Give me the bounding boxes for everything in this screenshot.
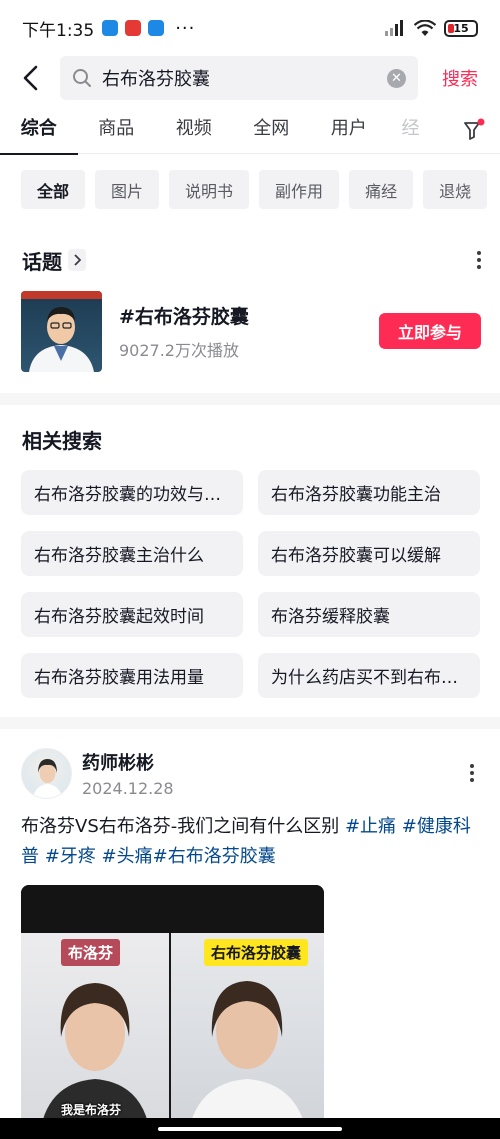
- hashtag[interactable]: #止痛: [345, 816, 396, 837]
- related-searches-heading: 相关搜索: [22, 429, 102, 453]
- tab-users[interactable]: 用户: [310, 108, 388, 154]
- video-label-right: 右布洛芬胶囊: [204, 939, 309, 966]
- wifi-icon: [414, 19, 436, 36]
- result-tabs: 综合 商品 视频 全网 用户 经: [0, 108, 500, 155]
- chip-fever[interactable]: 退烧: [423, 170, 488, 209]
- topic-header: 话题: [22, 243, 482, 277]
- doctor-image: [21, 290, 102, 372]
- battery-level: 15: [453, 21, 469, 35]
- hashtag[interactable]: #牙疼: [39, 846, 96, 867]
- chevron-right-icon[interactable]: [68, 249, 86, 271]
- chip-all[interactable]: 全部: [21, 170, 86, 209]
- back-button[interactable]: [0, 56, 60, 100]
- video-caption: 我是布洛芬: [61, 1103, 122, 1117]
- related-search-label: 右布洛芬胶囊功能主治: [271, 485, 441, 505]
- chip-side-effects[interactable]: 副作用: [259, 170, 340, 209]
- topic-thumbnail: [21, 290, 102, 372]
- video-label-left: 布洛芬: [61, 939, 121, 966]
- post-author: 药师彬彬 2024.12.28: [21, 746, 481, 800]
- more-notifications-icon: ···: [175, 17, 196, 39]
- join-topic-button[interactable]: 立即参与: [379, 313, 481, 349]
- more-icon[interactable]: [476, 251, 482, 269]
- clear-icon[interactable]: ✕: [387, 68, 406, 88]
- section-divider: [0, 717, 500, 729]
- tab-experience[interactable]: 经: [396, 108, 426, 154]
- home-indicator[interactable]: [0, 1118, 500, 1139]
- related-searches-grid: 右布洛芬胶囊的功效与作用 右布洛芬胶囊功能主治 右布洛芬胶囊主治什么 右布洛芬胶…: [21, 470, 480, 698]
- related-search-item[interactable]: 右布洛芬胶囊功能主治: [258, 470, 480, 515]
- author-name[interactable]: 药师彬彬: [82, 749, 174, 775]
- hashtag[interactable]: #头痛: [96, 846, 153, 867]
- battery-icon: 15: [444, 19, 478, 37]
- search-bar: 右布洛芬胶囊 ✕ 搜索: [0, 56, 500, 100]
- back-arrow-icon: [23, 65, 38, 91]
- related-search-label: 右布洛芬胶囊主治什么: [34, 546, 204, 566]
- post-date: 2024.12.28: [82, 778, 174, 798]
- post-text: 布洛芬VS右布洛芬-我们之间有什么区别: [21, 816, 345, 837]
- related-search-item[interactable]: 右布洛芬胶囊的功效与作用: [21, 470, 243, 515]
- chip-instructions[interactable]: 说明书: [169, 170, 250, 209]
- tab-products[interactable]: 商品: [78, 108, 156, 154]
- app-notification-icon: [102, 20, 119, 36]
- signal-icon: [385, 20, 403, 36]
- search-icon: [73, 69, 91, 87]
- filter-icon[interactable]: [462, 118, 486, 142]
- related-search-label: 为什么药店买不到右布洛芬: [271, 668, 467, 688]
- related-search-item[interactable]: 右布洛芬胶囊起效时间: [21, 592, 243, 637]
- tab-comprehensive[interactable]: 综合: [0, 108, 78, 155]
- app-notification-icon: [125, 20, 142, 36]
- related-search-item[interactable]: 右布洛芬胶囊可以缓解: [258, 531, 480, 576]
- related-search-label: 右布洛芬胶囊用法用量: [34, 668, 204, 688]
- filter-chips: 全部 图片 说明书 副作用 痛经 退烧: [0, 170, 500, 210]
- post-description[interactable]: 布洛芬VS右布洛芬-我们之间有什么区别 #止痛 #健康科普 #牙疼 #头痛#右布…: [21, 812, 481, 872]
- upload-notification-icon: [148, 20, 165, 36]
- search-query: 右布洛芬胶囊: [102, 69, 210, 90]
- search-input[interactable]: 右布洛芬胶囊 ✕: [60, 56, 418, 100]
- topic-play-count: 9027.2万次播放: [119, 340, 239, 360]
- status-time: 下午1:35: [22, 20, 95, 41]
- related-search-label: 右布洛芬胶囊起效时间: [34, 607, 204, 627]
- tab-web[interactable]: 全网: [233, 108, 311, 154]
- hashtag[interactable]: #右布洛芬胶囊: [153, 846, 276, 867]
- topic-title: #右布洛芬胶囊: [119, 305, 249, 328]
- section-divider: [0, 393, 500, 405]
- related-search-label: 右布洛芬胶囊的功效与作用: [34, 485, 230, 505]
- tab-videos[interactable]: 视频: [155, 108, 233, 154]
- related-search-item[interactable]: 右布洛芬胶囊主治什么: [21, 531, 243, 576]
- related-search-item[interactable]: 布洛芬缓释胶囊: [258, 592, 480, 637]
- related-search-label: 布洛芬缓释胶囊: [271, 607, 390, 627]
- avatar[interactable]: [21, 747, 72, 799]
- related-search-item[interactable]: 为什么药店买不到右布洛芬: [258, 653, 480, 698]
- more-icon[interactable]: [469, 764, 475, 782]
- status-bar: 下午1:35 ··· 15: [0, 0, 500, 56]
- chip-images[interactable]: 图片: [95, 170, 160, 209]
- video-thumbnail[interactable]: 布洛芬 右布洛芬胶囊 我是布洛芬: [21, 885, 324, 1139]
- topic-card[interactable]: #右布洛芬胶囊 9027.2万次播放 立即参与: [21, 290, 481, 372]
- chip-dysmenorrhea[interactable]: 痛经: [349, 170, 414, 209]
- topic-heading[interactable]: 话题: [22, 246, 62, 275]
- related-search-item[interactable]: 右布洛芬胶囊用法用量: [21, 653, 243, 698]
- search-button[interactable]: 搜索: [442, 65, 478, 91]
- related-search-label: 右布洛芬胶囊可以缓解: [271, 546, 441, 566]
